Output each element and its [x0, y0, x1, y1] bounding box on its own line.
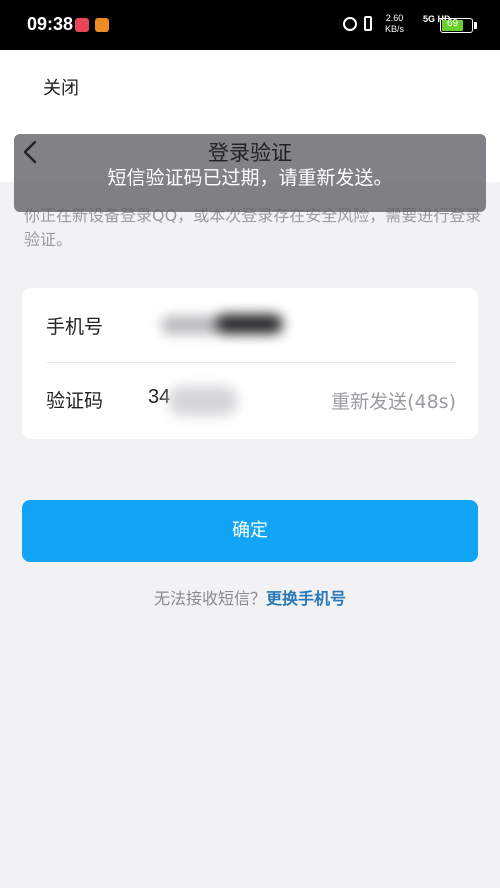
cannot-receive-sms-text: 无法接收短信？	[153, 589, 266, 608]
battery-percent: 69	[447, 18, 459, 29]
vibrate-icon	[364, 16, 372, 31]
toast-message: 短信验证码已过期，请重新发送。	[107, 167, 393, 189]
redacted-blur	[161, 316, 221, 334]
redacted-blur	[162, 374, 252, 424]
network-speed-unit: KB/s	[385, 24, 405, 34]
divider	[46, 362, 456, 363]
footer: 无法接收短信？更换手机号	[0, 585, 500, 609]
code-label: 验证码	[46, 390, 104, 412]
network-speed-value: 2.60	[385, 13, 404, 23]
notification-weibo-icon	[95, 18, 109, 32]
phone-number-field	[157, 306, 287, 340]
change-phone-link[interactable]: 更换手机号	[266, 589, 346, 608]
notification-app-icon	[75, 18, 89, 32]
close-button[interactable]: 关闭	[43, 74, 79, 100]
redacted-blur	[215, 314, 283, 334]
verification-form: 手机号 验证码 34 重新发送(48s)	[22, 288, 478, 439]
redacted-blur-shape	[168, 386, 238, 416]
status-bar: 09:38 2.60 KB/s 5G HD 69	[0, 0, 500, 50]
phone-label: 手机号	[46, 316, 104, 338]
battery-cap	[474, 22, 477, 29]
confirm-button[interactable]: 确定	[22, 500, 478, 562]
battery-icon: 69	[440, 18, 473, 33]
network-speed: 2.60 KB/s	[385, 13, 404, 35]
alarm-icon	[343, 17, 357, 31]
status-time: 09:38	[27, 14, 74, 34]
resend-button[interactable]: 重新发送(48s)	[331, 387, 456, 414]
